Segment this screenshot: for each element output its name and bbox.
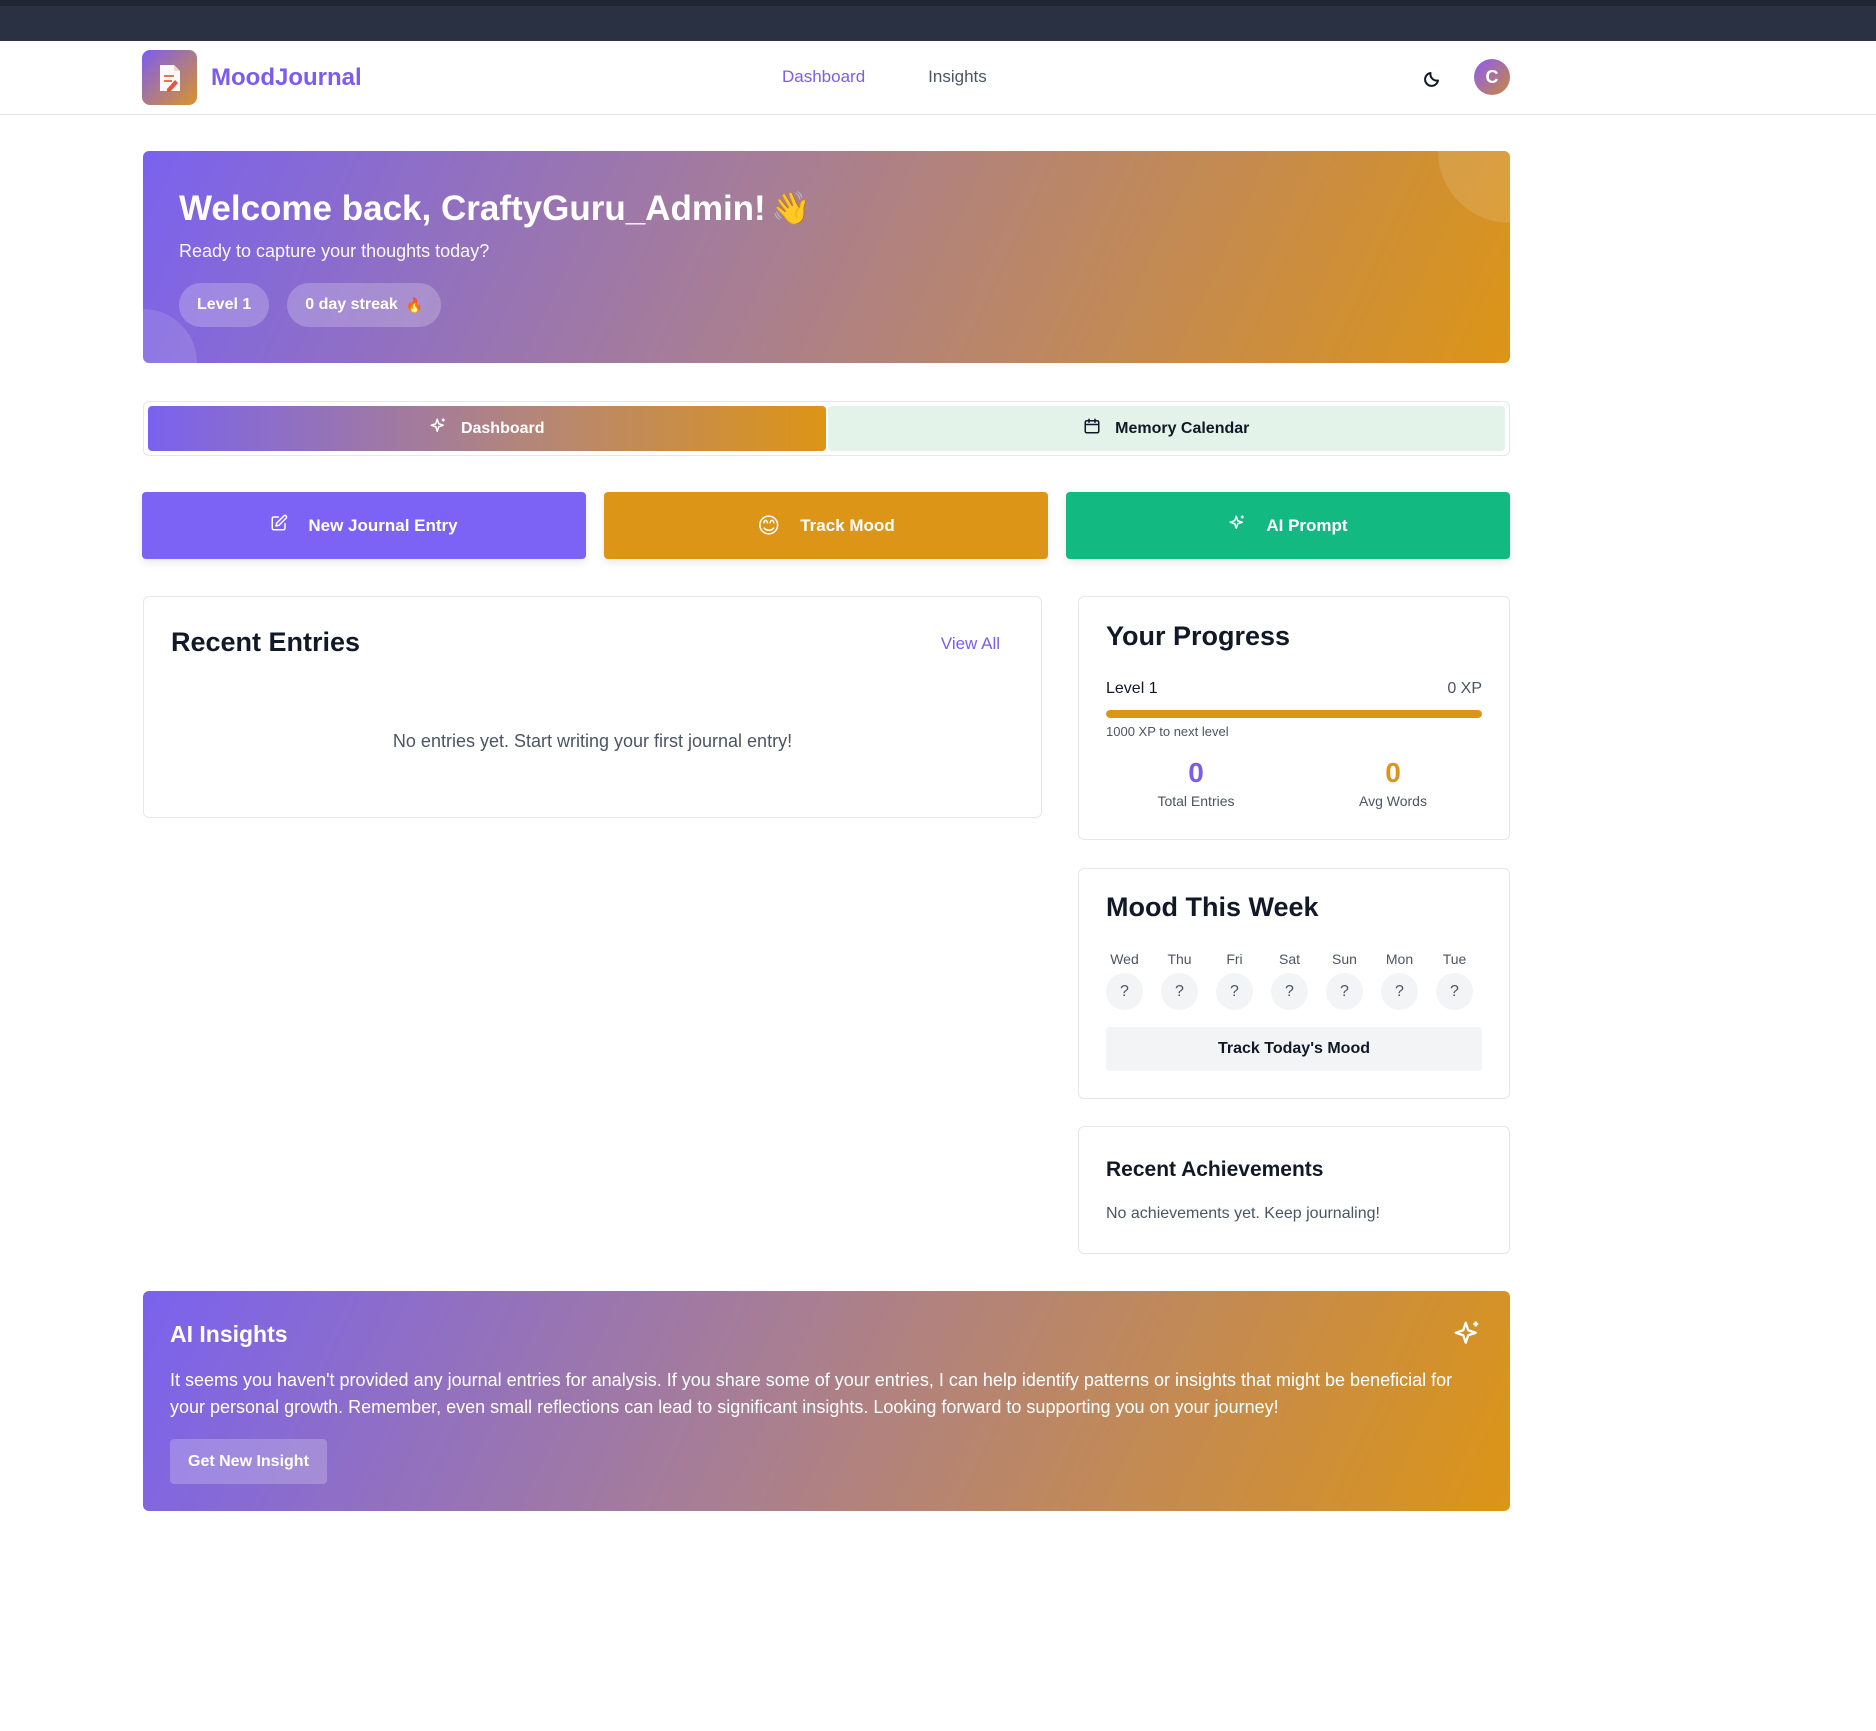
ai-insights-title: AI Insights xyxy=(170,1321,288,1347)
progress-card: Your Progress Level 1 0 XP 1000 XP to ne… xyxy=(1078,596,1510,840)
mood-week-days: Wed ? Thu ? Fri ? Sat ? Sun ? Mon ? Tue … xyxy=(1106,951,1473,1010)
get-new-insight-button[interactable]: Get New Insight xyxy=(170,1439,327,1484)
ai-prompt-label: AI Prompt xyxy=(1266,515,1348,535)
new-journal-entry-label: New Journal Entry xyxy=(308,515,458,535)
mood-day-sat: Sat ? xyxy=(1271,951,1308,1010)
mood-day-wed: Wed ? xyxy=(1106,951,1143,1010)
streak-badge: 0 day streak 🔥 xyxy=(287,283,442,327)
new-journal-entry-button[interactable]: New Journal Entry xyxy=(142,492,586,559)
level-badge-label: Level 1 xyxy=(197,296,252,313)
sparkles-icon xyxy=(1228,514,1246,537)
progress-level: Level 1 xyxy=(1106,680,1158,697)
day-mood-circle[interactable]: ? xyxy=(1216,973,1253,1010)
tab-dashboard-label: Dashboard xyxy=(460,419,545,437)
sparkles-icon xyxy=(429,417,447,440)
app-logo-icon xyxy=(142,50,197,105)
mood-day-thu: Thu ? xyxy=(1161,951,1198,1010)
day-name: Sat xyxy=(1278,951,1300,967)
mood-day-fri: Fri ? xyxy=(1216,951,1253,1010)
moon-icon[interactable] xyxy=(1421,66,1445,90)
avg-words-label: Avg Words xyxy=(1359,793,1427,809)
day-mood-circle[interactable]: ? xyxy=(1271,973,1308,1010)
achievements-empty-message: No achievements yet. Keep journaling! xyxy=(1106,1205,1380,1222)
day-name: Mon xyxy=(1385,951,1414,967)
brand-name: MoodJournal xyxy=(211,63,362,91)
avg-words-value: 0 xyxy=(1385,757,1401,788)
day-name: Tue xyxy=(1442,951,1467,967)
day-mood-circle[interactable]: ? xyxy=(1106,973,1143,1010)
track-today-mood-button[interactable]: Track Today's Mood xyxy=(1106,1027,1482,1071)
day-name: Wed xyxy=(1110,951,1139,967)
mood-week-title: Mood This Week xyxy=(1106,892,1319,922)
welcome-title: Welcome back, CraftyGuru_Admin! xyxy=(179,189,766,228)
nav-link-insights[interactable]: Insights xyxy=(928,67,987,87)
fire-icon: 🔥 xyxy=(405,296,424,313)
day-name: Fri xyxy=(1226,951,1243,967)
welcome-subtitle: Ready to capture your thoughts today? xyxy=(179,241,490,261)
avatar[interactable]: C xyxy=(1474,59,1510,95)
sparkles-icon xyxy=(1452,1319,1482,1349)
edit-icon xyxy=(270,514,288,537)
achievements-title: Recent Achievements xyxy=(1106,1158,1324,1181)
total-entries-value: 0 xyxy=(1188,757,1204,788)
progress-xp: 0 XP xyxy=(1447,680,1482,697)
empty-entries-message: No entries yet. Start writing your first… xyxy=(392,731,793,751)
tab-memory-calendar-label: Memory Calendar xyxy=(1115,419,1250,437)
mood-day-sun: Sun ? xyxy=(1326,951,1363,1010)
day-mood-circle[interactable]: ? xyxy=(1161,973,1198,1010)
total-entries-stat: 0 Total Entries xyxy=(1106,757,1286,809)
brand[interactable]: MoodJournal xyxy=(142,50,362,105)
track-mood-button[interactable]: 😊 Track Mood xyxy=(604,492,1048,559)
welcome-banner: Welcome back, CraftyGuru_Admin! 👋 Ready … xyxy=(143,151,1510,363)
calendar-icon xyxy=(1083,417,1101,440)
day-mood-circle[interactable]: ? xyxy=(1436,973,1473,1010)
mood-day-tue: Tue ? xyxy=(1436,951,1473,1010)
xp-progress-bar xyxy=(1106,710,1482,718)
avg-words-stat: 0 Avg Words xyxy=(1303,757,1483,809)
view-tabs: Dashboard Memory Calendar xyxy=(143,401,1510,456)
achievements-card: Recent Achievements No achievements yet.… xyxy=(1078,1126,1510,1254)
smile-icon: 😊 xyxy=(757,512,781,538)
progress-title: Your Progress xyxy=(1106,621,1291,651)
top-navigation: MoodJournal Dashboard Insights C xyxy=(0,41,1876,115)
streak-badge-label: 0 day streak xyxy=(305,296,398,313)
day-name: Thu xyxy=(1167,951,1192,967)
level-badge: Level 1 xyxy=(179,283,270,327)
xp-next-level: 1000 XP to next level xyxy=(1106,724,1229,739)
total-entries-label: Total Entries xyxy=(1157,793,1235,809)
waving-hand-icon: 👋 xyxy=(771,190,811,226)
recent-entries-card: Recent Entries View All No entries yet. … xyxy=(143,596,1042,818)
view-all-link[interactable]: View All xyxy=(941,634,1000,654)
tab-dashboard[interactable]: Dashboard xyxy=(148,406,826,451)
tab-memory-calendar[interactable]: Memory Calendar xyxy=(827,406,1505,451)
track-mood-label: Track Mood xyxy=(800,515,895,535)
ai-prompt-button[interactable]: AI Prompt xyxy=(1066,492,1510,559)
day-mood-circle[interactable]: ? xyxy=(1326,973,1363,1010)
ai-insights-panel: AI Insights It seems you haven't provide… xyxy=(143,1291,1510,1511)
xp-progress-fill xyxy=(1106,710,1482,718)
recent-entries-title: Recent Entries xyxy=(171,627,361,657)
browser-chrome xyxy=(0,0,1876,41)
ai-insights-text: It seems you haven't provided any journa… xyxy=(170,1370,1453,1417)
hero-badges: Level 1 0 day streak 🔥 xyxy=(179,283,442,327)
nav-links: Dashboard Insights xyxy=(782,67,987,87)
day-mood-circle[interactable]: ? xyxy=(1381,973,1418,1010)
nav-link-dashboard[interactable]: Dashboard xyxy=(782,67,865,87)
mood-week-card: Mood This Week Wed ? Thu ? Fri ? Sat ? S… xyxy=(1078,868,1510,1099)
decorative-circle xyxy=(1438,151,1510,223)
day-name: Sun xyxy=(1332,951,1357,967)
mood-day-mon: Mon ? xyxy=(1381,951,1418,1010)
